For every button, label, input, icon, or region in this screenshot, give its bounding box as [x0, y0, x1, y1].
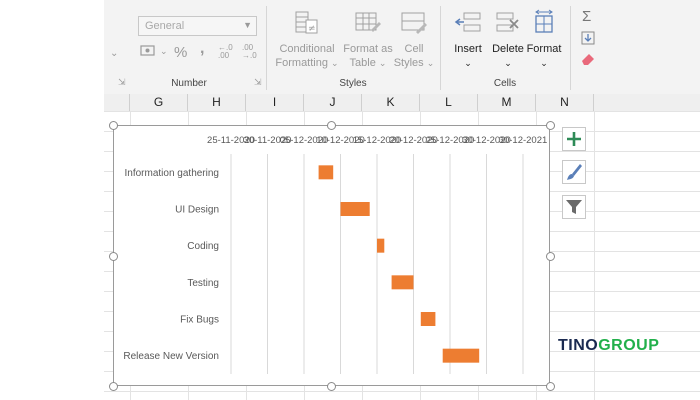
gantt-bar: [377, 238, 385, 253]
autosum-icon[interactable]: Σ: [582, 8, 591, 25]
group-separator: [440, 6, 441, 90]
conditional-formatting-button[interactable]: Conditional Formatting ⌄: [272, 42, 342, 70]
logo-part-group: GROUP: [598, 337, 660, 354]
delete-label: Delete: [492, 43, 524, 55]
resize-handle-bottom[interactable]: [327, 382, 336, 391]
chevron-down-icon: ⌄: [504, 58, 512, 68]
insert-cells-icon: [454, 12, 481, 32]
format-button[interactable]: Format ⌄: [524, 42, 564, 70]
increase-decimal-icon[interactable]: ←.0.00: [218, 44, 233, 60]
column-header-i[interactable]: I: [246, 94, 304, 111]
format-as-table-button[interactable]: Format as Table ⌄: [338, 42, 398, 70]
chevron-down-icon: ⌄: [540, 58, 548, 68]
resize-handle-bottom-left[interactable]: [109, 382, 118, 391]
group-separator: [266, 6, 267, 90]
gantt-bar: [391, 275, 414, 290]
delete-button[interactable]: Delete ⌄: [488, 42, 528, 70]
column-header-j[interactable]: J: [304, 94, 362, 111]
insert-label: Insert: [454, 43, 482, 55]
gantt-chart[interactable]: 25-11-2020 30-11-2020 05-12-2020 10-12-2020…: [113, 125, 550, 386]
number-group-label: Number: [171, 78, 207, 89]
column-header-g[interactable]: G: [130, 94, 188, 111]
column-header-k[interactable]: K: [362, 94, 420, 111]
decrease-decimal-icon[interactable]: .00 →.0: [242, 44, 257, 60]
paintbrush-icon: [567, 164, 582, 180]
resize-handle-top-left[interactable]: [109, 121, 118, 130]
gantt-bar: [318, 165, 334, 180]
column-header-bar: G H I J K L M N: [104, 94, 700, 112]
gantt-chart-plot: 25-11-202030-11-202005-12-202010-12-2020…: [123, 135, 548, 374]
number-launcher-icon[interactable]: ⇲: [118, 77, 126, 88]
format-as-table-line1: Format as: [343, 43, 393, 55]
cell-styles-button[interactable]: Cell Styles ⌄: [392, 42, 436, 70]
cell-styles-icon: [401, 12, 427, 34]
currency-icon[interactable]: [140, 44, 156, 58]
chart-elements-button[interactable]: [562, 127, 586, 151]
insert-button[interactable]: Insert ⌄: [450, 42, 486, 70]
format-label: Format: [526, 43, 562, 55]
chart-filters-button[interactable]: [562, 195, 586, 219]
cell-styles-line1: Cell: [404, 43, 424, 55]
y-category-label: Information gathering: [124, 168, 219, 179]
number-format-select[interactable]: General ▼: [138, 16, 257, 36]
cell-styles-line2: Styles: [393, 57, 424, 69]
format-cells-icon: [535, 9, 553, 33]
resize-handle-bottom-right[interactable]: [546, 382, 555, 391]
chevron-down-icon: ⌄: [426, 58, 435, 68]
resize-handle-top-right[interactable]: [546, 121, 555, 130]
resize-handle-top[interactable]: [327, 121, 336, 130]
collapse-chevron-icon[interactable]: ⌄: [110, 48, 118, 59]
grid-column-line: [594, 111, 595, 400]
currency-dropdown-icon[interactable]: ⌄: [160, 46, 168, 57]
column-header[interactable]: [104, 94, 130, 111]
group-separator: [570, 6, 571, 90]
number-dialog-launcher-icon[interactable]: ⇲: [254, 77, 262, 88]
column-header-m[interactable]: M: [478, 94, 536, 111]
tinogroup-logo: TINOGROUP: [558, 337, 659, 355]
plus-icon: [567, 132, 581, 146]
conditional-formatting-line1: Conditional: [279, 43, 335, 55]
cells-group-label: Cells: [493, 78, 517, 89]
gantt-bar: [442, 348, 480, 363]
chevron-down-icon: ▼: [243, 20, 252, 30]
resize-handle-left[interactable]: [109, 252, 118, 261]
conditional-formatting-line2: Formatting: [275, 57, 328, 69]
filter-funnel-icon: [566, 200, 582, 214]
percent-button[interactable]: %: [174, 44, 187, 61]
column-header-n[interactable]: N: [536, 94, 594, 111]
y-category-label: Coding: [187, 241, 219, 252]
gantt-bar: [420, 312, 436, 326]
chart-styles-button[interactable]: [562, 160, 586, 184]
styles-group-label: Styles: [339, 78, 367, 89]
resize-handle-right[interactable]: [546, 252, 555, 261]
column-header-l[interactable]: L: [420, 94, 478, 111]
chevron-down-icon: ⌄: [464, 58, 472, 68]
gantt-bar: [340, 202, 370, 216]
logo-part-tino: TINO: [558, 337, 599, 354]
y-category-label: Fix Bugs: [180, 315, 219, 326]
x-tick-label: 30-12-2021: [499, 135, 548, 146]
fill-icon[interactable]: [581, 31, 595, 45]
number-format-value: General: [145, 20, 185, 32]
y-category-label: UI Design: [175, 205, 219, 216]
eraser-icon[interactable]: [580, 52, 596, 66]
y-category-label: Release New Version: [123, 351, 219, 362]
delete-cells-icon: [496, 12, 519, 32]
y-category-label: Testing: [187, 278, 219, 289]
conditional-formatting-icon: ≠: [295, 11, 318, 34]
ribbon: ⌄ General ▼ ⌄ % , ←.0.00 .00 →.0 Number ⇲…: [104, 0, 700, 95]
format-as-table-line2: Table: [349, 57, 376, 69]
svg-text:≠: ≠: [308, 24, 316, 34]
chevron-down-icon: ⌄: [378, 58, 387, 68]
format-as-table-icon: [355, 12, 381, 32]
comma-style-button[interactable]: ,: [200, 40, 204, 58]
column-header-h[interactable]: H: [188, 94, 246, 111]
